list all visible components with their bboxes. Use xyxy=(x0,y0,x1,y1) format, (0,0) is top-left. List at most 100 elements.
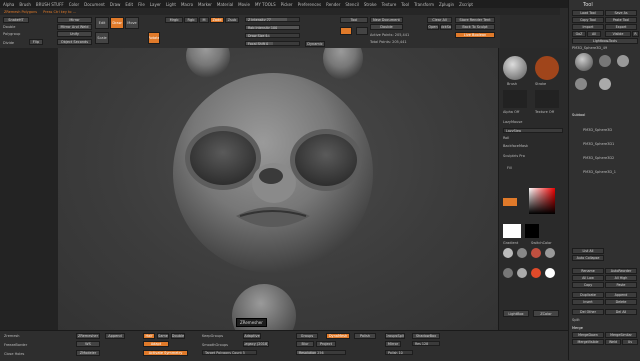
groups-button[interactable]: Groups xyxy=(296,333,318,339)
tool-thumb-2[interactable] xyxy=(599,55,611,67)
res-slider[interactable]: Res 128 xyxy=(412,341,440,346)
save-as-button[interactable]: Save As xyxy=(605,10,637,16)
subtool-header[interactable]: Subtool xyxy=(572,113,585,117)
subtool-item-2[interactable]: PM3D_Sphere3D1 xyxy=(583,142,614,146)
mirror-button[interactable]: Mirror xyxy=(57,17,92,23)
matcap-2[interactable] xyxy=(517,248,527,258)
menu-file[interactable]: File xyxy=(138,2,145,7)
split-header[interactable]: Split xyxy=(572,318,580,322)
group-split-button[interactable]: GroupsSplit xyxy=(385,333,405,339)
goz-button[interactable]: GoZ xyxy=(572,31,586,37)
matcap-3[interactable] xyxy=(531,248,541,258)
primary-color[interactable] xyxy=(503,198,517,206)
weld-button[interactable]: Weld xyxy=(605,339,621,345)
z-intensity-slider[interactable]: Z Intensity 77 xyxy=(245,17,300,22)
live-boolean-button[interactable]: Live Boolean xyxy=(455,32,495,38)
resolution-slider[interactable]: Resolution 256 xyxy=(296,350,346,355)
current-tool-thumb[interactable] xyxy=(575,53,593,71)
menu-tool[interactable]: Tool xyxy=(401,2,409,7)
zcolor-button[interactable]: ZColor xyxy=(533,310,559,317)
menu-macro[interactable]: Macro xyxy=(181,2,193,7)
secondary-color-swatch[interactable] xyxy=(525,224,539,238)
adapt-button[interactable]: Adapt xyxy=(143,341,169,347)
brush-preview-icon[interactable] xyxy=(503,56,527,80)
menu-transform[interactable]: Transform xyxy=(414,2,434,7)
zadd-button[interactable]: Zadd xyxy=(210,17,224,23)
matcap-8[interactable] xyxy=(545,268,555,278)
del-other-button[interactable]: Del Other xyxy=(572,309,604,315)
unify-button[interactable]: Unify xyxy=(57,31,92,37)
menu-layer[interactable]: Layer xyxy=(150,2,161,7)
uv-button[interactable]: Uv xyxy=(622,339,638,345)
store-render-button[interactable]: Store Render Tent xyxy=(455,17,495,23)
new-document-button[interactable]: New Document xyxy=(370,17,403,23)
smooth-groups-label[interactable]: SmoothGroups xyxy=(202,343,228,347)
main-color-swatch[interactable] xyxy=(503,224,521,238)
all-high-button[interactable]: All High xyxy=(605,275,637,281)
export-button[interactable]: Export xyxy=(605,24,637,30)
activate-symmetry-button[interactable]: Activate Symmetry xyxy=(143,350,188,356)
back-to-sculpt-button[interactable]: Back To Sculpt xyxy=(455,24,495,30)
switchcolor-label[interactable]: SwitchColor xyxy=(531,241,552,245)
copy-tool-button[interactable]: Copy Tool xyxy=(572,17,604,23)
flip-button[interactable]: Flip xyxy=(29,39,43,45)
copy-subtool-button[interactable]: Copy xyxy=(572,282,604,288)
polish-button[interactable]: Polish xyxy=(354,333,376,339)
append-subtool-button[interactable]: Append xyxy=(605,292,637,298)
duplicate-button[interactable]: Duplicate xyxy=(572,292,604,298)
mirror-bottom-button[interactable]: Mirror xyxy=(385,341,401,347)
m-button[interactable]: M xyxy=(199,17,209,23)
double-button[interactable]: Double xyxy=(370,24,403,30)
lightbox-button[interactable]: LightBox xyxy=(503,310,529,317)
merge-header[interactable]: Merge xyxy=(572,326,583,330)
edit-button[interactable]: Edit xyxy=(95,17,109,29)
ws-button[interactable]: WS xyxy=(76,341,100,347)
rgb-button[interactable]: Rgb xyxy=(184,17,198,23)
blur-button[interactable]: Blur xyxy=(296,341,314,347)
merge-visible-button[interactable]: MergeVisible xyxy=(572,339,604,345)
menu-render[interactable]: Render xyxy=(326,2,340,7)
project-button[interactable]: Project xyxy=(316,341,336,347)
polish-slider[interactable]: Polish 10 xyxy=(385,350,413,355)
subtool-item-3[interactable]: PM3D_Sphere3D2 xyxy=(583,156,614,160)
draw-size-slider[interactable]: Draw Size 64 xyxy=(245,33,300,38)
stroke-preview-icon[interactable] xyxy=(535,56,559,80)
list-all-button[interactable]: List All xyxy=(572,248,604,254)
insert-button[interactable]: Insert xyxy=(572,299,604,305)
color-picker[interactable] xyxy=(529,188,555,214)
tool-thumb-3[interactable] xyxy=(617,55,629,67)
subtool-item-1[interactable]: PM3D_Sphere3D xyxy=(583,128,612,132)
rotate-button[interactable]: Rotate xyxy=(148,32,160,44)
r-button[interactable]: R xyxy=(632,31,639,37)
menu-brush[interactable]: Brush xyxy=(19,2,31,7)
zmodeler-button[interactable]: ZModeler xyxy=(76,350,100,356)
all-low-button[interactable]: All Low xyxy=(572,275,604,281)
tool-thumb-5[interactable] xyxy=(599,78,611,90)
visible-button[interactable]: Visible xyxy=(605,31,631,37)
menu-color[interactable]: Color xyxy=(69,2,79,7)
adaptive-button[interactable]: Adaptive xyxy=(243,333,261,339)
import-button[interactable]: Import xyxy=(572,24,604,30)
move-button[interactable]: Move xyxy=(125,17,139,29)
brush-selector[interactable]: SnakeHT xyxy=(3,17,29,23)
matcap-1[interactable] xyxy=(503,248,513,258)
focal-shift-slider[interactable]: Focal Shift 0 xyxy=(245,41,300,46)
gradient-label[interactable]: Gradient xyxy=(503,241,518,245)
keep-groups-label[interactable]: KeepGroups xyxy=(202,334,223,338)
mirror-and-weld-button[interactable]: Mirror And Weld xyxy=(57,24,92,30)
zremesher-button[interactable]: ZRemesher xyxy=(76,333,100,339)
draw-button[interactable]: Draw xyxy=(110,17,124,29)
menu-edit[interactable]: Edit xyxy=(125,2,133,7)
del-all-button[interactable]: Del All xyxy=(605,309,637,315)
all-button[interactable]: All xyxy=(587,31,601,37)
matcap-6[interactable] xyxy=(517,268,527,278)
load-tool-button[interactable]: Load Tool xyxy=(572,10,604,16)
open-button[interactable]: Open xyxy=(427,24,439,30)
rgb-intensity-slider[interactable]: Rgb Intensity 100 xyxy=(245,25,300,30)
mrgb-button[interactable]: Mrgb xyxy=(165,17,183,23)
subtool-toggle-b[interactable] xyxy=(356,27,368,35)
menu-light[interactable]: Light xyxy=(166,2,176,7)
clear-all-button[interactable]: Clear All xyxy=(427,17,452,23)
subtool-toggle-a[interactable] xyxy=(340,27,352,35)
texture-preview[interactable] xyxy=(535,90,559,108)
